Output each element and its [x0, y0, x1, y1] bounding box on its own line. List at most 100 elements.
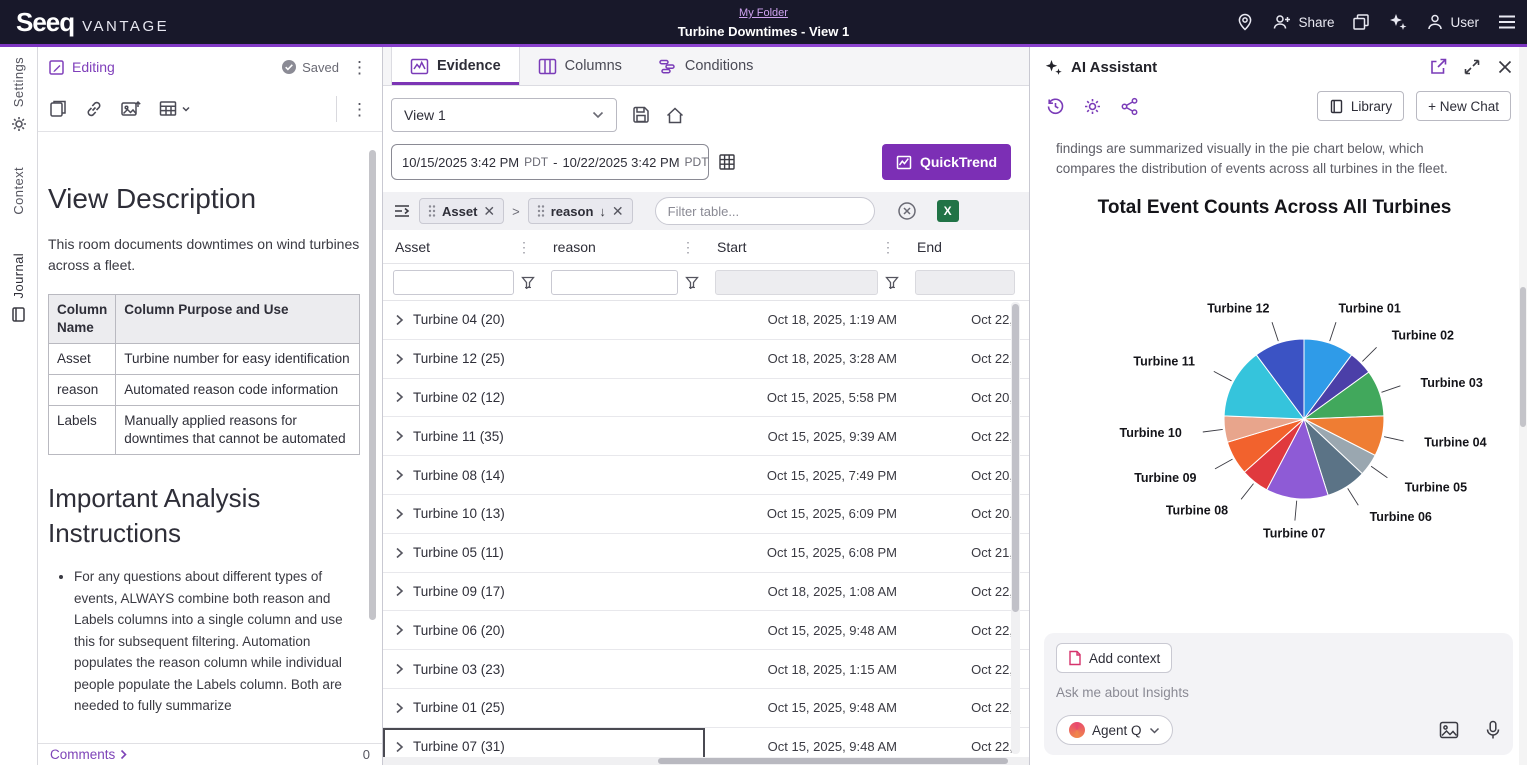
seeq-vantage-logo[interactable]: Seeq VANTAGE [0, 7, 280, 38]
expand-row-chevron-icon[interactable] [395, 624, 404, 636]
microphone-icon[interactable] [1485, 720, 1501, 740]
attach-image-icon[interactable] [1439, 721, 1459, 739]
filter-table-input[interactable] [655, 197, 875, 225]
evidence-rows: Turbine 04 (20) Oct 18, 2025, 1:19 AM Oc… [383, 301, 1029, 765]
group-chip-asset[interactable]: Asset ✕ [419, 198, 504, 224]
user-add-icon [1272, 13, 1292, 31]
journal-header-kebab-menu[interactable]: ⋮ [347, 57, 372, 78]
expand-row-chevron-icon[interactable] [395, 314, 404, 326]
evidence-table-row[interactable]: Turbine 12 (25) Oct 18, 2025, 3:28 AM Oc… [383, 340, 1029, 379]
evidence-table-row[interactable]: Turbine 01 (25) Oct 15, 2025, 9:48 AM Oc… [383, 689, 1029, 728]
funnel-icon[interactable] [685, 276, 699, 289]
column-header-start[interactable]: Start ⋮ [705, 238, 905, 256]
breadcrumb-my-folder[interactable]: My Folder [739, 7, 788, 19]
date-range-start: 10/15/2025 3:42 PM [402, 155, 519, 170]
expand-row-chevron-icon[interactable] [395, 702, 404, 714]
evidence-table-row[interactable]: Turbine 08 (14) Oct 15, 2025, 7:49 PM Oc… [383, 456, 1029, 495]
remove-reason-chip-icon[interactable]: ✕ [612, 203, 624, 220]
date-range-separator: - [553, 155, 557, 170]
reason-filter-input[interactable] [551, 270, 678, 295]
expand-row-chevron-icon[interactable] [395, 430, 404, 442]
prompt-placeholder[interactable]: Ask me about Insights [1056, 685, 1501, 700]
ai-sparkle-button[interactable] [1388, 12, 1408, 32]
journal-columns-table: Column Name Column Purpose and Use Asset… [48, 294, 360, 455]
journal-toolbar-kebab-menu[interactable]: ⋮ [347, 99, 372, 120]
share-button[interactable]: Share [1272, 13, 1334, 31]
share-nodes-icon[interactable] [1120, 97, 1139, 116]
quicktrend-button[interactable]: QuickTrend [882, 144, 1011, 180]
tab-evidence[interactable]: Evidence [391, 47, 520, 85]
evidence-table-row[interactable]: Turbine 10 (13) Oct 15, 2025, 6:09 PM Oc… [383, 495, 1029, 534]
right-scrollbar-thumb[interactable] [1520, 287, 1526, 427]
asset-group-label: Turbine 06 (20) [413, 623, 505, 638]
rail-tab-context[interactable]: Context [0, 167, 37, 215]
asset-column-menu-icon[interactable]: ⋮ [513, 238, 535, 256]
group-chip-reason[interactable]: reason ↓ ✕ [528, 198, 633, 224]
column-header-reason[interactable]: reason ⋮ [541, 238, 705, 256]
worksheets-button[interactable] [1352, 13, 1370, 31]
home-button[interactable] [665, 106, 685, 125]
evidence-table-row[interactable]: Turbine 02 (12) Oct 15, 2025, 5:58 PM Oc… [383, 379, 1029, 418]
expand-row-chevron-icon[interactable] [395, 741, 404, 753]
expand-row-chevron-icon[interactable] [395, 508, 404, 520]
column-header-asset[interactable]: Asset ⋮ [383, 238, 541, 256]
remove-asset-chip-icon[interactable]: ✕ [483, 203, 495, 220]
evidence-table-row[interactable]: Turbine 11 (35) Oct 15, 2025, 9:39 AM Oc… [383, 417, 1029, 456]
hamburger-icon [1497, 14, 1517, 30]
journal-scrollbar-thumb[interactable] [369, 150, 376, 620]
funnel-icon[interactable] [885, 276, 899, 289]
expand-row-chevron-icon[interactable] [395, 391, 404, 403]
evidence-table-row[interactable]: Turbine 06 (20) Oct 15, 2025, 9:48 AM Oc… [383, 611, 1029, 650]
evidence-table-row[interactable]: Turbine 05 (11) Oct 15, 2025, 6:08 PM Oc… [383, 534, 1029, 573]
history-icon[interactable] [1046, 97, 1065, 116]
funnel-icon[interactable] [521, 276, 535, 289]
new-chat-button[interactable]: + New Chat [1416, 91, 1511, 121]
hamburger-menu-button[interactable] [1497, 14, 1517, 30]
insert-journal-button[interactable] [48, 99, 68, 119]
expand-row-chevron-icon[interactable] [395, 353, 404, 365]
asset-group-label: Turbine 07 (31) [413, 739, 505, 754]
comments-link[interactable]: Comments [50, 747, 128, 762]
view-select-dropdown[interactable]: View 1 [391, 98, 617, 132]
insert-image-button[interactable] [120, 99, 142, 119]
tab-conditions[interactable]: Conditions [640, 47, 772, 85]
start-value: Oct 15, 2025, 9:48 AM [705, 700, 905, 715]
expand-icon[interactable] [1463, 58, 1481, 76]
user-menu[interactable]: User [1426, 13, 1479, 31]
library-button[interactable]: Library [1317, 91, 1404, 121]
expand-row-chevron-icon[interactable] [395, 585, 404, 597]
pie-chart: Turbine 01Turbine 02Turbine 03Turbine 04… [1056, 219, 1519, 555]
rail-tab-journal[interactable]: Journal [0, 253, 37, 323]
evidence-table-row[interactable]: Turbine 03 (23) Oct 18, 2025, 1:15 AM Oc… [383, 650, 1029, 689]
evidence-vscroll-thumb[interactable] [1012, 304, 1019, 612]
close-icon[interactable] [1497, 59, 1513, 75]
expand-row-chevron-icon[interactable] [395, 547, 404, 559]
journal-table-cell-purpose: Automated reason code information [116, 375, 360, 406]
evidence-table-row[interactable]: Turbine 04 (20) Oct 18, 2025, 1:19 AM Oc… [383, 301, 1029, 340]
editing-mode-button[interactable]: Editing [48, 59, 115, 76]
clear-filters-button[interactable] [897, 201, 917, 221]
export-excel-button[interactable]: X [937, 200, 959, 222]
tab-columns[interactable]: Columns [520, 47, 640, 85]
location-button[interactable] [1236, 13, 1254, 31]
date-grid-button[interactable] [718, 153, 736, 171]
insert-table-button[interactable] [158, 99, 191, 119]
agent-select-dropdown[interactable]: Agent Q [1056, 715, 1173, 745]
open-in-new-icon[interactable] [1429, 58, 1447, 76]
sort-descending-icon[interactable]: ↓ [599, 204, 606, 219]
column-header-end[interactable]: End [905, 239, 1029, 255]
group-collapse-button[interactable] [393, 203, 411, 219]
evidence-table-row[interactable]: Turbine 09 (17) Oct 18, 2025, 1:08 AM Oc… [383, 573, 1029, 612]
evidence-hscroll-thumb[interactable] [658, 758, 1008, 764]
expand-row-chevron-icon[interactable] [395, 663, 404, 675]
expand-row-chevron-icon[interactable] [395, 469, 404, 481]
start-column-menu-icon[interactable]: ⋮ [877, 238, 899, 256]
add-context-button[interactable]: Add context [1056, 643, 1172, 673]
insert-link-button[interactable] [84, 99, 104, 119]
rail-tab-settings[interactable]: Settings [0, 57, 37, 133]
save-view-button[interactable] [631, 105, 651, 125]
reason-column-menu-icon[interactable]: ⋮ [677, 238, 699, 256]
gear-icon[interactable] [1083, 97, 1102, 116]
date-range-input[interactable]: 10/15/2025 3:42 PM PDT - 10/22/2025 3:42… [391, 144, 709, 180]
asset-filter-input[interactable] [393, 270, 514, 295]
